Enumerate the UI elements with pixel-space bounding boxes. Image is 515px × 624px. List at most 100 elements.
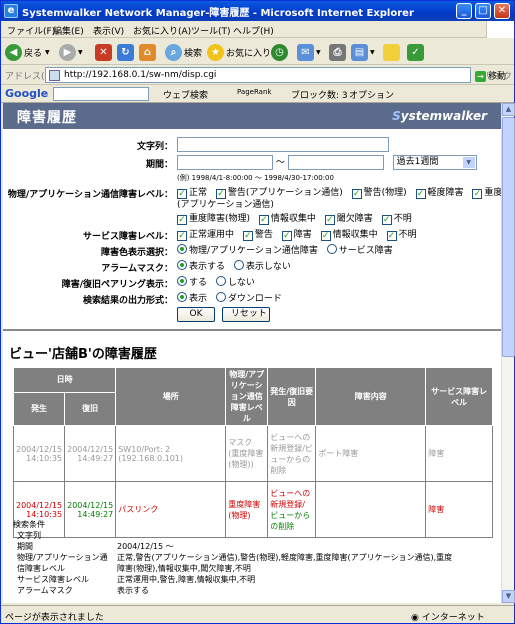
chevron-down-icon[interactable]: ▼ <box>45 49 50 56</box>
search-button[interactable]: ⌕ 検索 <box>165 42 202 62</box>
menu-help[interactable]: ヘルプ(H) <box>233 24 274 37</box>
scroll-down-icon[interactable]: ▼ <box>502 590 515 603</box>
conditions-title: 検索条件 <box>13 520 45 529</box>
menu-tools[interactable]: ツール(T) <box>191 24 231 37</box>
back-arrow-icon: ◀ <box>5 43 22 61</box>
browser-window: e Systemwalker Network Manager-障害履歴 - Mi… <box>0 0 515 624</box>
checkbox-service-fault[interactable]: ✓ <box>281 231 292 241</box>
checkbox-level-major-phys[interactable]: ✓ <box>177 215 187 225</box>
col-content: 障害内容 <box>315 367 427 426</box>
checkbox-level-threshold[interactable]: ✓ <box>324 215 335 225</box>
mail-button[interactable]: ✉ ▼ <box>297 42 321 62</box>
checkbox-service-warn[interactable]: ✓ <box>242 231 253 241</box>
radio-color-service[interactable] <box>326 244 337 254</box>
star-icon: ★ <box>207 43 224 61</box>
color-label: 障害色表示選択： <box>100 248 173 258</box>
history-table: 日時 場所 物理/アプリケーション通信障害レベル 発生/復旧要因 障害内容 サー… <box>12 367 493 538</box>
text-label: 文字列： <box>136 142 173 152</box>
col-recover: 復旧 <box>64 391 117 427</box>
divider <box>3 329 501 331</box>
globe-icon: ◉ <box>411 613 422 623</box>
radio-alarm-show[interactable] <box>177 260 187 270</box>
close-button[interactable]: ✕ <box>494 3 510 19</box>
col-level: 物理/アプリケーション通信障害レベル <box>225 367 269 426</box>
condition-row: 期間 2004/12/15 〜 <box>17 542 174 551</box>
google-web-search-button[interactable]: ウェブ検索 <box>163 88 208 101</box>
menu-view[interactable]: 表示(V) <box>93 24 124 37</box>
radio-output-display[interactable] <box>177 292 187 302</box>
reset-button[interactable]: リセット <box>221 307 270 322</box>
forward-button[interactable]: ▶ ▼ <box>59 42 83 62</box>
stop-button[interactable]: ✕ <box>95 42 114 62</box>
condition-row: 物理/アプリケーション通 正常,警告(アプリケーション通信),警告(物理),軽度障… <box>17 553 453 562</box>
google-options-button[interactable]: オプション <box>349 88 394 101</box>
period-hint: (例) 1998/4/1-8:00:00 〜 1998/4/30-17:00:0… <box>177 174 334 182</box>
search-icon: ⌕ <box>165 43 182 61</box>
home-button[interactable]: ⌂ <box>139 42 158 62</box>
radio-pair-no[interactable] <box>215 276 226 286</box>
google-logo[interactable]: Google <box>5 87 48 100</box>
level-opt-continuation: (アプリケーション通信) <box>177 200 274 210</box>
favorites-button[interactable]: ★ お気に入り <box>207 42 271 62</box>
radio-pair-yes[interactable] <box>177 276 187 286</box>
chevron-down-icon[interactable]: ▼ <box>370 49 375 56</box>
col-cause: 発生/復旧要因 <box>267 367 317 426</box>
folder-icon <box>383 43 400 61</box>
radio-color-physical[interactable] <box>177 244 187 254</box>
col-occur: 発生 <box>12 391 66 427</box>
vertical-scrollbar[interactable]: ▲ ▼ <box>501 103 515 603</box>
status-text: ページが表示されました <box>5 613 104 623</box>
radio-output-download[interactable] <box>215 292 226 302</box>
links-button[interactable]: リンク <box>485 69 512 82</box>
period-start-input[interactable] <box>177 155 273 170</box>
checkbox-level-collecting[interactable]: ✓ <box>258 215 269 225</box>
col-datetime: 日時 <box>12 367 117 393</box>
ok-button[interactable]: OK <box>177 307 215 322</box>
pagerank-label: PageRank <box>237 88 272 96</box>
research-icon: ✓ <box>407 43 424 61</box>
research-button[interactable]: ✓ <box>407 42 426 62</box>
period-end-input[interactable] <box>287 155 384 170</box>
minimize-button[interactable]: _ <box>456 3 472 19</box>
scroll-thumb[interactable] <box>502 117 515 357</box>
address-input[interactable]: http://192.168.0.1/sw-nm/disp.cgi <box>45 67 471 83</box>
radio-alarm-hide[interactable] <box>233 260 244 270</box>
title-bar: e Systemwalker Network Manager-障害履歴 - Mi… <box>1 1 514 21</box>
google-search-input[interactable] <box>53 87 149 101</box>
refresh-button[interactable]: ↻ <box>117 42 136 62</box>
menu-favorites[interactable]: お気に入り(A) <box>133 24 191 37</box>
history-button[interactable]: ◷ <box>271 42 290 62</box>
chevron-down-icon[interactable]: ▼ <box>78 49 83 56</box>
menu-file[interactable]: ファイル(F) <box>7 24 55 37</box>
page-icon <box>49 70 60 81</box>
period-label: 期間： <box>145 160 173 170</box>
checkbox-level-unknown[interactable]: ✓ <box>381 215 392 225</box>
table-header-row: 日時 場所 物理/アプリケーション通信障害レベル 発生/復旧要因 障害内容 サー… <box>12 367 493 426</box>
period-select[interactable]: 過去1週間 <box>392 155 477 170</box>
systemwalker-logo: Systemwalker <box>392 109 487 123</box>
edit-button[interactable]: ▤ ▼ <box>351 42 375 62</box>
menu-edit[interactable]: 編集(E) <box>53 24 84 37</box>
print-button[interactable]: ⎙ <box>329 42 348 62</box>
toolbar: ◀ 戻る ▼ ▶ ▼ ✕ ↻ ⌂ ⌕ 検索 ★ お気に入り ◷ ✉ ▼ ⎙ ▤ ▼ <box>1 39 514 65</box>
checkbox-service-normal[interactable]: ✓ <box>177 231 187 241</box>
forward-arrow-icon: ▶ <box>59 43 76 61</box>
chevron-down-icon[interactable]: ▼ <box>316 49 321 56</box>
windows-flag-icon <box>486 21 514 38</box>
pair-label: 障害/復旧ペアリング表示： <box>61 280 173 290</box>
checkbox-service-unknown[interactable]: ✓ <box>386 231 397 241</box>
back-button[interactable]: ◀ 戻る ▼ <box>5 42 50 62</box>
messenger-button[interactable] <box>383 42 402 62</box>
text-input[interactable] <box>177 137 389 152</box>
history-icon: ◷ <box>271 43 288 61</box>
table-row: 2004/12/15 14:10:35 2004/12/15 14:49:27 … <box>12 425 493 482</box>
condition-row: サービス障害レベル 正常運用中,警告,障害,情報収集中,不明 <box>17 575 256 584</box>
popup-blocker-button[interactable]: ブロック数: 3 <box>291 88 348 101</box>
output-label: 検索結果の出力形式： <box>82 296 173 306</box>
scroll-up-icon[interactable]: ▲ <box>502 103 515 116</box>
col-service: サービス障害レベル <box>425 367 493 426</box>
maximize-button[interactable]: □ <box>475 3 491 19</box>
alarm-label: アラームマスク： <box>101 264 173 274</box>
checkbox-service-collecting[interactable]: ✓ <box>320 231 331 241</box>
result-title: ビュー'店舗B'の障害履歴 <box>9 347 157 362</box>
